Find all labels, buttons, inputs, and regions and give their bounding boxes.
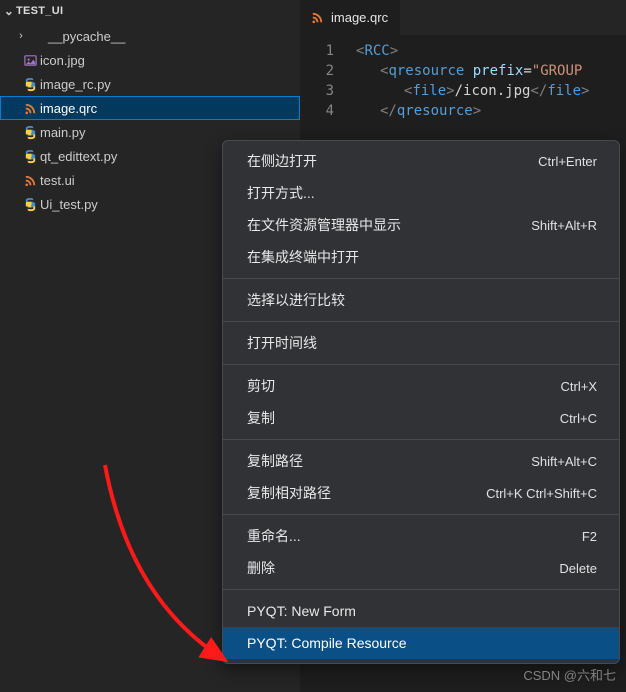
menu-item[interactable]: 复制路径 Shift+Alt+C xyxy=(223,445,619,477)
menu-item[interactable]: 打开时间线 xyxy=(223,327,619,359)
code-editor[interactable]: 1 <RCC> 2 <qresource prefix="GROUP 3 <fi… xyxy=(300,35,626,121)
menu-item[interactable]: 选择以进行比较 xyxy=(223,284,619,316)
python-icon xyxy=(20,77,40,92)
rss-icon xyxy=(20,101,40,116)
menu-item-shortcut: Ctrl+C xyxy=(560,411,597,426)
menu-item-shortcut: F2 xyxy=(582,529,597,544)
rss-icon xyxy=(20,173,40,188)
menu-separator xyxy=(223,321,619,322)
file-label: icon.jpg xyxy=(40,53,85,68)
menu-item-label: 在文件资源管理器中显示 xyxy=(247,215,401,235)
tab-bar: image.qrc xyxy=(300,0,626,35)
menu-separator xyxy=(223,439,619,440)
watermark: CSDN @六和七 xyxy=(523,665,616,684)
menu-separator xyxy=(223,589,619,590)
file-item[interactable]: image_rc.py xyxy=(0,72,300,96)
menu-item[interactable]: 删除 Delete xyxy=(223,552,619,584)
menu-separator xyxy=(223,514,619,515)
menu-item-shortcut: Shift+Alt+C xyxy=(531,454,597,469)
menu-separator xyxy=(223,278,619,279)
code-text: <qresource prefix="GROUP xyxy=(356,63,582,79)
menu-item[interactable]: 在文件资源管理器中显示 Shift+Alt+R xyxy=(223,209,619,241)
menu-item-label: 复制 xyxy=(247,408,275,428)
file-label: test.ui xyxy=(40,173,75,188)
editor-tab[interactable]: image.qrc xyxy=(300,0,401,35)
menu-item-shortcut: Ctrl+Enter xyxy=(538,154,597,169)
file-label: image.qrc xyxy=(40,101,97,116)
image-icon xyxy=(20,53,40,68)
code-text: </qresource> xyxy=(356,103,481,119)
menu-item[interactable]: PYQT: Compile Resource xyxy=(223,627,619,659)
menu-item-label: 选择以进行比较 xyxy=(247,290,345,310)
chevron-down-icon: ⌄ xyxy=(2,4,16,18)
menu-item-label: 剪切 xyxy=(247,376,275,396)
file-label: image_rc.py xyxy=(40,77,111,92)
explorer-section-header[interactable]: ⌄ TEST_UI xyxy=(0,0,300,22)
menu-item[interactable]: 重命名... F2 xyxy=(223,520,619,552)
menu-item[interactable]: 在侧边打开 Ctrl+Enter xyxy=(223,145,619,177)
rss-icon xyxy=(310,10,325,25)
line-number: 2 xyxy=(300,63,356,79)
menu-item-shortcut: Shift+Alt+R xyxy=(531,218,597,233)
file-item[interactable]: image.qrc xyxy=(0,96,300,120)
menu-item[interactable]: 剪切 Ctrl+X xyxy=(223,370,619,402)
menu-item-label: 删除 xyxy=(247,558,275,578)
menu-item-label: 重命名... xyxy=(247,526,301,546)
menu-item-label: 在集成终端中打开 xyxy=(247,247,359,267)
menu-item-label: PYQT: Compile Resource xyxy=(247,635,407,651)
tab-label: image.qrc xyxy=(331,10,388,25)
line-number: 1 xyxy=(300,43,356,59)
file-label: qt_edittext.py xyxy=(40,149,117,164)
context-menu: 在侧边打开 Ctrl+Enter 打开方式... 在文件资源管理器中显示 Shift+A… xyxy=(222,140,620,664)
menu-item-label: 打开方式... xyxy=(247,183,315,203)
chevron-right-icon: › xyxy=(14,30,28,42)
menu-item-label: 在侧边打开 xyxy=(247,151,317,171)
menu-item-label: 复制相对路径 xyxy=(247,483,331,503)
menu-item-shortcut: Ctrl+X xyxy=(561,379,597,394)
menu-item-shortcut: Delete xyxy=(559,561,597,576)
file-item[interactable]: icon.jpg xyxy=(0,48,300,72)
code-text: <RCC> xyxy=(356,43,398,59)
file-label: __pycache__ xyxy=(48,29,125,44)
menu-item-label: 复制路径 xyxy=(247,451,303,471)
menu-item-label: 打开时间线 xyxy=(247,333,317,353)
menu-item[interactable]: 复制 Ctrl+C xyxy=(223,402,619,434)
menu-item[interactable]: 在集成终端中打开 xyxy=(223,241,619,273)
menu-item[interactable]: 复制相对路径 Ctrl+K Ctrl+Shift+C xyxy=(223,477,619,509)
menu-item-label: PYQT: New Form xyxy=(247,603,356,619)
python-icon xyxy=(20,125,40,140)
python-icon xyxy=(20,197,40,212)
section-title: TEST_UI xyxy=(16,5,63,17)
menu-item[interactable]: 打开方式... xyxy=(223,177,619,209)
menu-separator xyxy=(223,364,619,365)
line-number: 3 xyxy=(300,83,356,99)
code-text: <file>/icon.jpg</file> xyxy=(356,83,589,99)
line-number: 4 xyxy=(300,103,356,119)
menu-item-shortcut: Ctrl+K Ctrl+Shift+C xyxy=(486,486,597,501)
python-icon xyxy=(20,149,40,164)
menu-item[interactable]: PYQT: New Form xyxy=(223,595,619,627)
file-label: main.py xyxy=(40,125,86,140)
folder-item[interactable]: › __pycache__ xyxy=(0,24,300,48)
file-label: Ui_test.py xyxy=(40,197,98,212)
